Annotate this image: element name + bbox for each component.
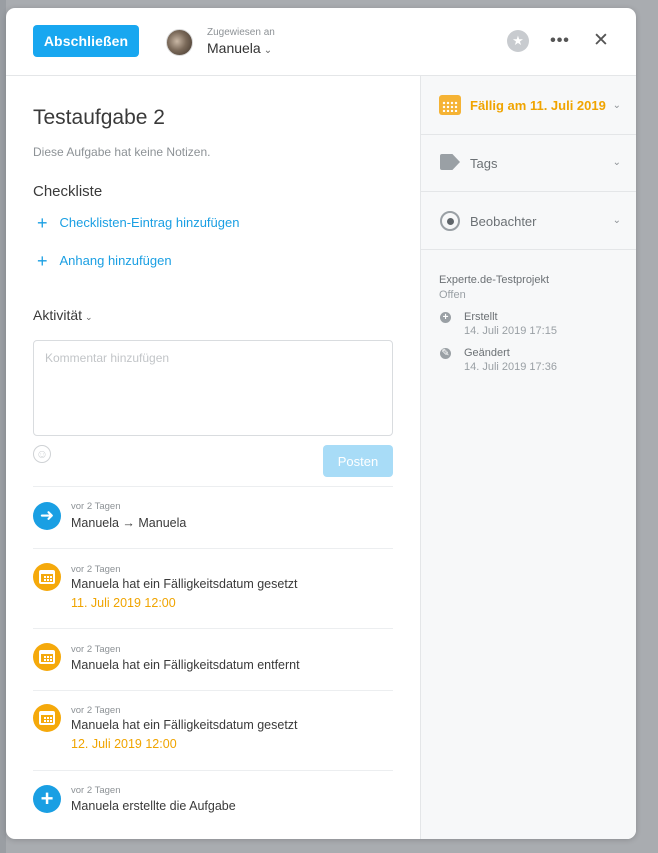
activity-time: vor 2 Tagen bbox=[71, 564, 121, 575]
task-sidebar: Fällig am 11. Juli 2019 ⌄ Tags ⌄ Beobach… bbox=[420, 76, 636, 839]
plus-icon: + bbox=[37, 213, 48, 233]
activity-text: Manuela hat ein Fälligkeitsdatum entfern… bbox=[71, 658, 300, 672]
calendar-icon bbox=[33, 563, 61, 591]
plus-icon: + bbox=[37, 251, 48, 271]
activity-heading-label: Aktivität bbox=[33, 307, 83, 323]
task-notes[interactable]: Diese Aufgabe hat keine Notizen. bbox=[33, 145, 210, 159]
add-attachment-link[interactable]: + Anhang hinzufügen bbox=[37, 251, 172, 272]
due-date-selector[interactable]: Fällig am 11. Juli 2019 ⌄ bbox=[421, 76, 636, 135]
plus-circle-icon: + bbox=[440, 312, 451, 323]
activity-item: vor 2 Tagen Manuela hat ein Fälligkeitsd… bbox=[33, 628, 393, 690]
add-checklist-item-label: Checklisten-Eintrag hinzufügen bbox=[59, 215, 240, 230]
watchers-selector[interactable]: Beobachter ⌄ bbox=[421, 192, 636, 250]
more-options-icon[interactable]: ••• bbox=[548, 30, 572, 54]
chevron-down-icon: ⌄ bbox=[612, 157, 621, 168]
watchers-label: Beobachter bbox=[470, 214, 537, 229]
chevron-down-icon: ⌄ bbox=[85, 312, 93, 322]
add-checklist-item-link[interactable]: + Checklisten-Eintrag hinzufügen bbox=[37, 213, 239, 234]
activity-text: Manuela → Manuela bbox=[71, 516, 187, 530]
activity-item: vor 2 Tagen Manuela hat ein Fälligkeitsd… bbox=[33, 690, 393, 770]
chevron-down-icon: ⌄ bbox=[612, 100, 621, 111]
activity-time: vor 2 Tagen bbox=[71, 501, 121, 512]
calendar-icon bbox=[33, 704, 61, 732]
add-attachment-label: Anhang hinzufügen bbox=[59, 253, 172, 268]
modified-label: Geändert bbox=[464, 347, 510, 359]
post-button[interactable]: Posten bbox=[323, 445, 393, 477]
project-status: Offen bbox=[439, 289, 466, 301]
close-icon[interactable]: ✕ bbox=[589, 30, 613, 54]
activity-filter[interactable]: Aktivität ⌄ bbox=[33, 307, 93, 323]
calendar-icon bbox=[439, 95, 461, 115]
task-detail-modal: Abschließen Zugewiesen an Manuela ⌄ ★ •••… bbox=[6, 8, 636, 839]
created-label: Erstellt bbox=[464, 311, 498, 323]
activity-date: 11. Juli 2019 12:00 bbox=[71, 596, 176, 610]
task-title[interactable]: Testaufgabe 2 bbox=[33, 106, 165, 130]
assignee-name-text: Manuela bbox=[207, 40, 261, 56]
chevron-down-icon: ⌄ bbox=[263, 45, 273, 56]
emoji-icon[interactable]: ☺ bbox=[33, 445, 51, 463]
activity-item: vor 2 Tagen Manuela hat ein Fälligkeitsd… bbox=[33, 548, 393, 628]
activity-time: vor 2 Tagen bbox=[71, 644, 121, 655]
chevron-down-icon: ⌄ bbox=[612, 215, 621, 226]
arrow-right-icon: ➜ bbox=[33, 502, 61, 530]
activity-date: 12. Juli 2019 12:00 bbox=[71, 737, 177, 751]
eye-icon bbox=[440, 211, 460, 231]
tags-label: Tags bbox=[470, 156, 498, 171]
calendar-icon bbox=[33, 643, 61, 671]
star-icon: ★ bbox=[507, 30, 529, 52]
modified-value: 14. Juli 2019 17:36 bbox=[464, 361, 557, 373]
activity-text: Manuela hat ein Fälligkeitsdatum gesetzt bbox=[71, 577, 298, 591]
modal-header: Abschließen Zugewiesen an Manuela ⌄ ★ •••… bbox=[6, 8, 636, 76]
due-date-label: Fällig am 11. Juli 2019 bbox=[470, 98, 606, 113]
activity-text: Manuela hat ein Fälligkeitsdatum gesetzt bbox=[71, 718, 298, 732]
activity-time: vor 2 Tagen bbox=[71, 785, 121, 796]
checklist-heading: Checkliste bbox=[33, 183, 103, 200]
project-name[interactable]: Experte.de-Testprojekt bbox=[439, 274, 549, 286]
tags-selector[interactable]: Tags ⌄ bbox=[421, 135, 636, 192]
pencil-icon: ✎ bbox=[440, 348, 451, 359]
avatar bbox=[166, 29, 193, 56]
created-value: 14. Juli 2019 17:15 bbox=[464, 325, 557, 337]
tag-icon bbox=[440, 154, 460, 170]
assignee-name: Manuela ⌄ bbox=[207, 40, 272, 56]
complete-button[interactable]: Abschließen bbox=[33, 25, 139, 57]
activity-text: Manuela erstellte die Aufgabe bbox=[71, 799, 236, 813]
comment-input[interactable] bbox=[33, 340, 393, 436]
plus-icon: + bbox=[33, 785, 61, 813]
activity-item: + vor 2 Tagen Manuela erstellte die Aufg… bbox=[33, 770, 393, 839]
activity-time: vor 2 Tagen bbox=[71, 705, 121, 716]
assigned-caption: Zugewiesen an bbox=[207, 27, 275, 38]
star-button[interactable]: ★ bbox=[507, 30, 531, 54]
task-main-panel: Testaufgabe 2 Diese Aufgabe hat keine No… bbox=[6, 76, 420, 839]
activity-item: ➜ vor 2 Tagen Manuela → Manuela bbox=[33, 486, 393, 548]
